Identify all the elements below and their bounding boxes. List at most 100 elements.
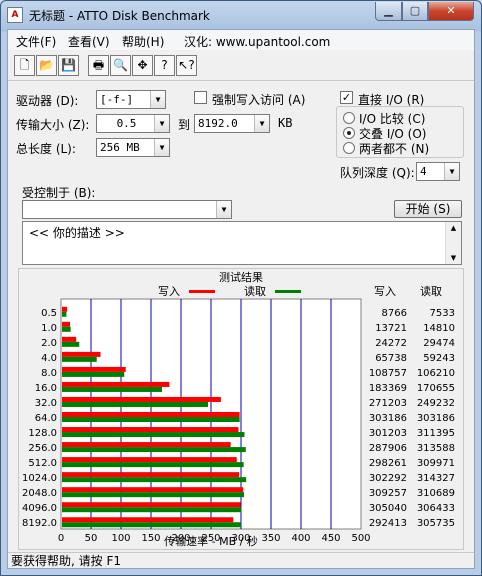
print-icon[interactable]: 🖶: [88, 55, 109, 76]
status-bar: 要获得帮助, 请按 F1: [8, 552, 474, 569]
minimize-button[interactable]: ▁: [375, 2, 402, 21]
menu-file[interactable]: 文件(F): [16, 33, 56, 50]
menu-localize[interactable]: 汉化: www.upantool.com: [184, 33, 330, 50]
read-value-label: 303186: [417, 413, 455, 424]
y-tick-label: 8192.0: [22, 518, 57, 529]
force-write-label: 强制写入访问 (A): [212, 93, 306, 107]
direct-io-checkbox[interactable]: ✓: [340, 91, 353, 104]
kb-unit-label: KB: [278, 116, 293, 130]
transfer-to-label: 到: [178, 118, 191, 132]
read-value-label: 59243: [423, 353, 455, 364]
read-value-label: 7533: [430, 308, 455, 319]
chevron-down-icon[interactable]: ▼: [254, 115, 269, 132]
write-value-label: 287906: [369, 443, 407, 454]
help-icon[interactable]: ?: [154, 55, 175, 76]
drive-select[interactable]: [-f-] ▼: [96, 90, 166, 109]
read-value-label: 311395: [417, 428, 455, 439]
client-area: 文件(F) 查看(V) 帮助(H) 汉化: www.upantool.com 🗋…: [7, 29, 475, 569]
read-value-label: 249232: [417, 398, 455, 409]
read-bar: [62, 386, 162, 392]
read-value-label: 14810: [423, 323, 455, 334]
y-tick-label: 8.0: [41, 368, 57, 379]
start-button[interactable]: 开始 (S): [394, 200, 462, 218]
queue-depth-select[interactable]: 4 ▼: [416, 162, 460, 181]
app-window: A 无标题 - ATTO Disk Benchmark ▁ ▢ ✕ 文件(F) …: [0, 0, 482, 576]
neither-radio[interactable]: [343, 142, 355, 154]
title-bar[interactable]: A 无标题 - ATTO Disk Benchmark ▁ ▢ ✕: [1, 1, 481, 29]
scroll-down-icon[interactable]: ▼: [446, 252, 461, 264]
new-file-icon[interactable]: 🗋: [14, 55, 35, 76]
write-value-label: 292413: [369, 518, 407, 529]
write-value-label: 8766: [382, 308, 407, 319]
write-bar: [62, 396, 221, 402]
write-column-header: 写入: [374, 285, 396, 298]
description-textarea[interactable]: << 你的描述 >> ▲ ▼: [22, 221, 462, 265]
chevron-down-icon[interactable]: ▼: [150, 91, 165, 108]
total-length-select[interactable]: 256 MB ▼: [96, 138, 170, 157]
read-value-label: 305735: [417, 518, 455, 529]
write-bar: [62, 336, 77, 342]
move-icon[interactable]: ✥: [132, 55, 153, 76]
controlled-by-select[interactable]: ▼: [22, 200, 232, 219]
app-icon: A: [7, 7, 23, 23]
open-folder-icon[interactable]: 📂: [36, 55, 57, 76]
transfer-size-label: 传输大小 (Z):: [16, 118, 90, 132]
overlap-io-radio[interactable]: [343, 127, 355, 139]
io-mode-group: I/O 比较 (C) 交叠 I/O (O) 两者都不 (N): [336, 106, 464, 158]
controlled-by-label: 受控制于 (B):: [22, 186, 96, 200]
read-column-header: 读取: [420, 284, 442, 298]
print-preview-icon[interactable]: 🔍: [110, 55, 131, 76]
write-bar: [62, 306, 68, 312]
read-value-label: 309971: [417, 458, 455, 469]
read-value-label: 170655: [417, 383, 455, 394]
total-length-label: 总长度 (L):: [16, 142, 76, 156]
menu-help[interactable]: 帮助(H): [122, 33, 164, 50]
transfer-to-value: 8192.0: [198, 117, 238, 130]
write-value-label: 305040: [369, 503, 407, 514]
window-title: 无标题 - ATTO Disk Benchmark: [29, 9, 210, 23]
write-bar: [62, 351, 101, 357]
queue-depth-label: 队列深度 (Q):: [340, 166, 415, 180]
write-value-label: 302292: [369, 473, 407, 484]
write-bar: [62, 366, 126, 372]
write-value-label: 271203: [369, 398, 407, 409]
neither-label: 两者都不 (N): [359, 142, 430, 156]
read-bar: [62, 417, 240, 423]
legend-write-swatch: [189, 290, 215, 293]
read-value-label: 306433: [417, 503, 455, 514]
legend-read-label: 读取: [244, 284, 266, 298]
transfer-to-select[interactable]: 8192.0 ▼: [194, 114, 270, 133]
close-button[interactable]: ✕: [428, 2, 474, 21]
read-value-label: 314327: [417, 473, 455, 484]
save-icon[interactable]: 💾: [58, 55, 79, 76]
read-bar: [62, 477, 247, 483]
y-tick-label: 16.0: [35, 383, 57, 394]
x-tick-label: 100: [111, 533, 130, 544]
chevron-down-icon[interactable]: ▼: [154, 115, 169, 132]
transfer-from-select[interactable]: 0.5 ▼: [96, 114, 170, 133]
description-scrollbar[interactable]: ▲ ▼: [445, 222, 461, 264]
menu-view[interactable]: 查看(V): [68, 33, 110, 50]
whats-this-icon[interactable]: ↖?: [176, 55, 197, 76]
write-value-label: 108757: [369, 368, 407, 379]
read-value-label: 106210: [417, 368, 455, 379]
write-bar: [62, 412, 240, 418]
chevron-down-icon[interactable]: ▼: [444, 163, 459, 180]
x-tick-label: 500: [351, 533, 370, 544]
write-bar: [62, 442, 231, 448]
chevron-down-icon[interactable]: ▼: [216, 201, 231, 218]
read-value-label: 313588: [417, 443, 455, 454]
chevron-down-icon[interactable]: ▼: [154, 139, 169, 156]
y-tick-label: 2048.0: [22, 488, 57, 499]
x-tick-label: 350: [261, 533, 280, 544]
read-bar: [62, 341, 80, 347]
io-compare-radio[interactable]: [343, 112, 355, 124]
read-bar: [62, 356, 97, 362]
drive-label: 驱动器 (D):: [16, 94, 79, 108]
force-write-checkbox[interactable]: [194, 91, 207, 104]
read-bar: [62, 447, 246, 453]
scroll-up-icon[interactable]: ▲: [446, 222, 461, 234]
results-chart: 测试结果 写入 读取 写入 读取 0 50 100 150 200 250 300 350 40…: [22, 271, 455, 548]
y-tick-label: 32.0: [35, 398, 57, 409]
maximize-button[interactable]: ▢: [402, 2, 428, 21]
